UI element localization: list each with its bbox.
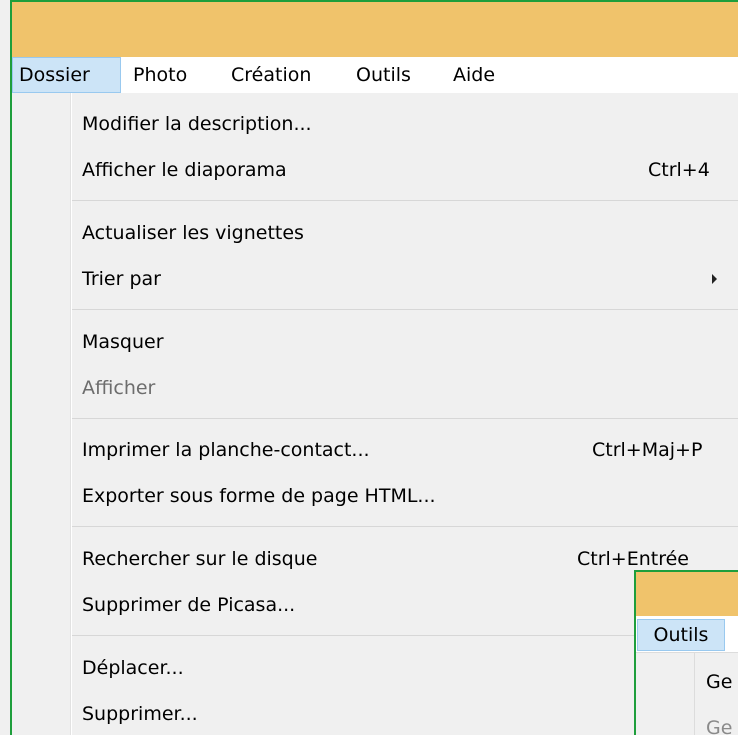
menu-item-trier-par[interactable]: Trier par: [82, 261, 161, 297]
separator: [72, 526, 738, 527]
dossier-dropdown: [12, 93, 738, 735]
separator: [72, 200, 738, 201]
menu-item-masquer[interactable]: Masquer: [82, 324, 164, 360]
menu-item-actualiser-vignettes[interactable]: Actualiser les vignettes: [82, 215, 304, 251]
menu-item-afficher: Afficher: [82, 377, 156, 399]
menu-bar: Dossier Photo Création Outils Aide: [12, 57, 738, 94]
menu-item-imprimer-planche[interactable]: Imprimer la planche-contact...: [82, 432, 370, 468]
menu-item-supprimer[interactable]: Supprimer...: [82, 696, 198, 732]
submenu-arrow-icon: [712, 274, 717, 284]
shortcut-diaporama: Ctrl+4: [648, 159, 710, 181]
menu-item-rechercher-disque[interactable]: Rechercher sur le disque: [82, 541, 317, 577]
menu-aide[interactable]: Aide: [453, 57, 495, 93]
menu-item-afficher-diaporama[interactable]: Afficher le diaporama: [82, 152, 287, 188]
menu-item-supprimer-picasa[interactable]: Supprimer de Picasa...: [82, 587, 295, 623]
title-bar: [12, 2, 738, 57]
inset-title-bar: [636, 572, 738, 616]
inset-menu-item-disabled: Ge: [706, 717, 733, 735]
dropdown-gutter: [70, 93, 72, 735]
menu-creation[interactable]: Création: [231, 57, 311, 93]
menu-photo[interactable]: Photo: [133, 57, 187, 93]
inset-menu-item[interactable]: Ge: [706, 671, 738, 693]
separator: [72, 418, 738, 419]
menu-item-exporter-html[interactable]: Exporter sous forme de page HTML...: [82, 478, 436, 514]
inset-dropdown-gutter: [694, 652, 695, 735]
menu-item-deplacer[interactable]: Déplacer...: [82, 650, 184, 686]
shortcut-imprimer: Ctrl+Maj+P: [592, 439, 703, 461]
inset-menu-outils[interactable]: Outils: [637, 619, 725, 651]
menu-item-modifier-description[interactable]: Modifier la description...: [82, 106, 312, 142]
menu-dossier[interactable]: Dossier: [12, 57, 121, 93]
menu-outils[interactable]: Outils: [356, 57, 411, 93]
separator: [72, 309, 738, 310]
